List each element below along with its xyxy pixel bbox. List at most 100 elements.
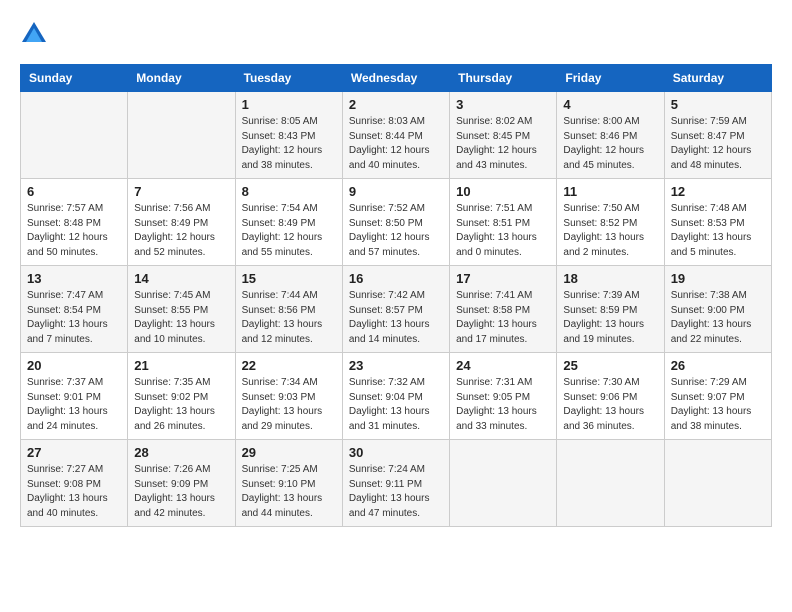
week-row-5: 27Sunrise: 7:27 AMSunset: 9:08 PMDayligh…	[21, 440, 772, 527]
day-info: Sunrise: 7:42 AMSunset: 8:57 PMDaylight:…	[349, 289, 443, 347]
calendar-cell: 6Sunrise: 7:57 AMSunset: 8:48 PMDaylight…	[21, 179, 128, 266]
day-info: Sunrise: 7:34 AMSunset: 9:03 PMDaylight:…	[242, 376, 336, 434]
calendar-cell: 14 Sunrise: 7:45 AMSunset: 8:55 PMDayligh…	[128, 266, 235, 353]
day-number: 5	[671, 97, 765, 112]
day-number: 11	[563, 184, 657, 199]
calendar-cell: 23Sunrise: 7:32 AMSunset: 9:04 PMDayligh…	[342, 353, 449, 440]
day-number: 14	[134, 271, 228, 286]
day-info: Sunrise: 7:37 AMSunset: 9:01 PMDaylight:…	[27, 376, 121, 434]
day-number: 4	[563, 97, 657, 112]
weekday-header-thursday: Thursday	[450, 65, 557, 92]
calendar-cell	[128, 92, 235, 179]
day-info: Sunrise: 7:56 AMSunset: 8:49 PMDaylight:…	[134, 202, 228, 260]
calendar-cell: 4 Sunrise: 8:00 AMSunset: 8:46 PMDaylight…	[557, 92, 664, 179]
day-info: Sunrise: 7:24 AMSunset: 9:11 PMDaylight:…	[349, 463, 443, 521]
day-info: Sunrise: 7:38 AMSunset: 9:00 PMDaylight:…	[671, 289, 765, 347]
calendar-cell: 13Sunrise: 7:47 AMSunset: 8:54 PMDayligh…	[21, 266, 128, 353]
calendar-cell: 25Sunrise: 7:30 AMSunset: 9:06 PMDayligh…	[557, 353, 664, 440]
day-info: Sunrise: 7:57 AMSunset: 8:48 PMDaylight:…	[27, 202, 121, 260]
calendar-cell: 20 Sunrise: 7:37 AMSunset: 9:01 PMDayligh…	[21, 353, 128, 440]
day-number: 17	[456, 271, 550, 286]
day-number: 13	[27, 271, 121, 286]
weekday-header-saturday: Saturday	[664, 65, 771, 92]
weekday-header-sunday: Sunday	[21, 65, 128, 92]
day-number: 21	[134, 358, 228, 373]
day-info: Sunrise: 8:05 AMSunset: 8:43 PMDaylight:…	[242, 115, 336, 173]
calendar-cell: 5 Sunrise: 7:59 AMSunset: 8:47 PMDaylight…	[664, 92, 771, 179]
day-number: 10	[456, 184, 550, 199]
day-info: Sunrise: 7:35 AMSunset: 9:02 PMDaylight:…	[134, 376, 228, 434]
calendar-table: SundayMondayTuesdayWednesdayThursdayFrid…	[20, 64, 772, 527]
calendar-cell: 2Sunrise: 8:03 AMSunset: 8:44 PMDaylight…	[342, 92, 449, 179]
day-info: Sunrise: 7:48 AMSunset: 8:53 PMDaylight:…	[671, 202, 765, 260]
day-info: Sunrise: 8:00 AMSunset: 8:46 PMDaylight:…	[563, 115, 657, 173]
calendar-cell: 27Sunrise: 7:27 AMSunset: 9:08 PMDayligh…	[21, 440, 128, 527]
week-row-2: 6Sunrise: 7:57 AMSunset: 8:48 PMDaylight…	[21, 179, 772, 266]
day-number: 24	[456, 358, 550, 373]
day-number: 12	[671, 184, 765, 199]
day-info: Sunrise: 7:45 AMSunset: 8:55 PMDaylight:…	[134, 289, 228, 347]
calendar-cell: 28 Sunrise: 7:26 AMSunset: 9:09 PMDayligh…	[128, 440, 235, 527]
day-info: Sunrise: 7:51 AMSunset: 8:51 PMDaylight:…	[456, 202, 550, 260]
weekday-header-monday: Monday	[128, 65, 235, 92]
day-info: Sunrise: 7:30 AMSunset: 9:06 PMDaylight:…	[563, 376, 657, 434]
calendar-cell: 30 Sunrise: 7:24 AMSunset: 9:11 PMDayligh…	[342, 440, 449, 527]
day-number: 3	[456, 97, 550, 112]
calendar-cell: 17 Sunrise: 7:41 AMSunset: 8:58 PMDayligh…	[450, 266, 557, 353]
day-number: 8	[242, 184, 336, 199]
weekday-header-tuesday: Tuesday	[235, 65, 342, 92]
day-info: Sunrise: 8:02 AMSunset: 8:45 PMDaylight:…	[456, 115, 550, 173]
calendar-cell: 21 Sunrise: 7:35 AMSunset: 9:02 PMDayligh…	[128, 353, 235, 440]
day-info: Sunrise: 7:31 AMSunset: 9:05 PMDaylight:…	[456, 376, 550, 434]
calendar-cell: 10 Sunrise: 7:51 AMSunset: 8:51 PMDayligh…	[450, 179, 557, 266]
day-number: 9	[349, 184, 443, 199]
day-info: Sunrise: 7:52 AMSunset: 8:50 PMDaylight:…	[349, 202, 443, 260]
calendar-cell: 22 Sunrise: 7:34 AMSunset: 9:03 PMDayligh…	[235, 353, 342, 440]
calendar-cell	[557, 440, 664, 527]
day-info: Sunrise: 7:50 AMSunset: 8:52 PMDaylight:…	[563, 202, 657, 260]
day-info: Sunrise: 7:39 AMSunset: 8:59 PMDaylight:…	[563, 289, 657, 347]
day-number: 28	[134, 445, 228, 460]
calendar-cell: 26 Sunrise: 7:29 AMSunset: 9:07 PMDayligh…	[664, 353, 771, 440]
day-info: Sunrise: 7:25 AMSunset: 9:10 PMDaylight:…	[242, 463, 336, 521]
day-number: 16	[349, 271, 443, 286]
weekday-header-friday: Friday	[557, 65, 664, 92]
week-row-1: 1 Sunrise: 8:05 AMSunset: 8:43 PMDaylight…	[21, 92, 772, 179]
calendar-cell: 7 Sunrise: 7:56 AMSunset: 8:49 PMDaylight…	[128, 179, 235, 266]
calendar-cell	[21, 92, 128, 179]
day-info: Sunrise: 7:54 AMSunset: 8:49 PMDaylight:…	[242, 202, 336, 260]
day-number: 18	[563, 271, 657, 286]
day-number: 7	[134, 184, 228, 199]
calendar-cell: 3 Sunrise: 8:02 AMSunset: 8:45 PMDaylight…	[450, 92, 557, 179]
calendar-cell: 12 Sunrise: 7:48 AMSunset: 8:53 PMDayligh…	[664, 179, 771, 266]
day-number: 26	[671, 358, 765, 373]
day-number: 20	[27, 358, 121, 373]
day-info: Sunrise: 7:27 AMSunset: 9:08 PMDaylight:…	[27, 463, 121, 521]
day-number: 1	[242, 97, 336, 112]
day-number: 22	[242, 358, 336, 373]
logo-icon	[20, 20, 48, 48]
day-info: Sunrise: 7:59 AMSunset: 8:47 PMDaylight:…	[671, 115, 765, 173]
day-number: 19	[671, 271, 765, 286]
week-row-3: 13Sunrise: 7:47 AMSunset: 8:54 PMDayligh…	[21, 266, 772, 353]
calendar-cell: 16 Sunrise: 7:42 AMSunset: 8:57 PMDayligh…	[342, 266, 449, 353]
day-info: Sunrise: 7:29 AMSunset: 9:07 PMDaylight:…	[671, 376, 765, 434]
calendar-cell	[450, 440, 557, 527]
day-number: 2	[349, 97, 443, 112]
week-row-4: 20 Sunrise: 7:37 AMSunset: 9:01 PMDayligh…	[21, 353, 772, 440]
calendar-cell: 15Sunrise: 7:44 AMSunset: 8:56 PMDayligh…	[235, 266, 342, 353]
day-info: Sunrise: 7:26 AMSunset: 9:09 PMDaylight:…	[134, 463, 228, 521]
calendar-cell: 18 Sunrise: 7:39 AMSunset: 8:59 PMDayligh…	[557, 266, 664, 353]
calendar-cell	[664, 440, 771, 527]
logo	[20, 20, 52, 48]
weekday-header-row: SundayMondayTuesdayWednesdayThursdayFrid…	[21, 65, 772, 92]
calendar-cell: 24 Sunrise: 7:31 AMSunset: 9:05 PMDayligh…	[450, 353, 557, 440]
calendar-cell: 19 Sunrise: 7:38 AMSunset: 9:00 PMDayligh…	[664, 266, 771, 353]
day-info: Sunrise: 7:32 AMSunset: 9:04 PMDaylight:…	[349, 376, 443, 434]
calendar-cell: 1 Sunrise: 8:05 AMSunset: 8:43 PMDaylight…	[235, 92, 342, 179]
day-info: Sunrise: 7:41 AMSunset: 8:58 PMDaylight:…	[456, 289, 550, 347]
page-header	[20, 20, 772, 48]
calendar-cell: 9 Sunrise: 7:52 AMSunset: 8:50 PMDaylight…	[342, 179, 449, 266]
day-number: 30	[349, 445, 443, 460]
day-info: Sunrise: 7:44 AMSunset: 8:56 PMDaylight:…	[242, 289, 336, 347]
